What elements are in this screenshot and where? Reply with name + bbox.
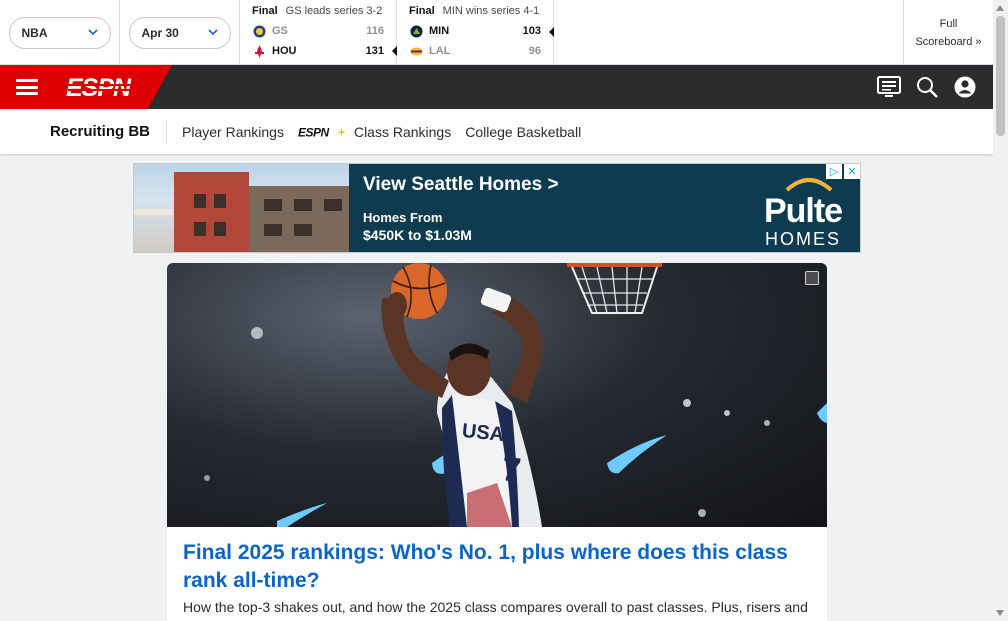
subnav-link-label: Class Rankings xyxy=(353,123,452,140)
page-scrollbar[interactable] xyxy=(993,0,1008,621)
chevron-down-icon xyxy=(207,28,218,38)
main-nav: ESPN xyxy=(0,65,993,109)
game-card-min-lal[interactable]: Final MIN wins series 4-1 MIN 103 LAL 96 xyxy=(397,0,554,65)
scroll-down-icon[interactable] xyxy=(996,610,1004,616)
ad-headline: View Seattle Homes > xyxy=(363,174,559,195)
svg-text:ESPN: ESPN xyxy=(66,75,132,99)
team-score: 131 xyxy=(365,45,384,57)
image-expand-icon[interactable] xyxy=(805,271,819,285)
espn-plus-icon: ESPN + xyxy=(298,126,348,138)
section-subnav: Recruiting BB Player Rankings ESPN + Clas… xyxy=(0,109,993,154)
svg-text:+: + xyxy=(338,126,345,138)
ad-banner[interactable]: View Seattle Homes > Homes From $450K to… xyxy=(133,163,861,253)
scoreboard-strip: NBA Apr 30 Final GS leads series 3-2 GS … xyxy=(0,0,993,65)
winner-arrow-icon xyxy=(549,27,554,37)
ad-building xyxy=(174,172,249,252)
league-select-value: NBA xyxy=(21,25,48,40)
team-row: GS 116 xyxy=(252,21,384,41)
team-row: LAL 96 xyxy=(409,41,541,61)
game-status: Final MIN wins series 4-1 xyxy=(409,5,541,17)
article-card[interactable]: USA 7 Final 2025 rankings: Who's No. 1, … xyxy=(167,263,827,621)
full-scoreboard-link[interactable]: Full Scoreboard » xyxy=(903,0,993,65)
subnav-link-college-basketball[interactable]: College Basketball xyxy=(465,124,581,140)
section-title[interactable]: Recruiting BB xyxy=(50,119,168,144)
menu-icon[interactable] xyxy=(16,79,38,95)
team-score: 116 xyxy=(366,25,384,37)
ad-brand-top: Pulte xyxy=(763,192,843,230)
subnav-link-player-rankings[interactable]: Player Rankings xyxy=(182,124,284,140)
team-abbr: HOU xyxy=(272,45,297,57)
article-title[interactable]: Final 2025 rankings: Who's No. 1, plus w… xyxy=(183,539,803,595)
ad-subline-1: Homes From xyxy=(363,210,443,225)
subnav-link-class-rankings[interactable]: ESPN + Class Rankings xyxy=(298,124,451,140)
team-abbr: MIN xyxy=(429,25,450,37)
profile-icon[interactable] xyxy=(953,75,977,99)
league-select-wrap: NBA xyxy=(0,0,120,65)
hero-illustration: USA 7 xyxy=(204,263,827,527)
espn-logo[interactable]: ESPN xyxy=(66,74,148,102)
adchoices-icon[interactable]: ▷ xyxy=(826,164,842,179)
jersey-number: 7 xyxy=(500,450,523,490)
full-scoreboard-line1: Full xyxy=(939,17,958,30)
team-abbr: LAL xyxy=(429,45,451,57)
warriors-logo-icon xyxy=(252,24,266,38)
search-icon[interactable] xyxy=(915,75,939,99)
article-hero-image[interactable]: USA 7 xyxy=(167,263,827,527)
ad-brand-bottom: HOMES xyxy=(764,229,841,249)
ad-photo xyxy=(134,164,349,252)
scoreboard-spacer xyxy=(554,0,903,64)
watch-icon[interactable] xyxy=(877,75,901,99)
ad-building xyxy=(249,186,349,252)
ad-subline-2: $450K to $1.03M xyxy=(363,227,472,243)
full-scoreboard-line2: Scoreboard » xyxy=(915,35,982,48)
chevron-down-icon xyxy=(87,28,98,38)
game-card-gs-hou[interactable]: Final GS leads series 3-2 GS 116 HOU 131 xyxy=(240,0,397,65)
rockets-logo-icon xyxy=(252,44,266,58)
series-note: GS leads series 3-2 xyxy=(285,5,383,17)
nav-icons xyxy=(877,75,977,99)
ad-choices: ▷ ✕ xyxy=(826,164,860,179)
svg-text:ESPN: ESPN xyxy=(298,126,330,138)
jersey-text: USA xyxy=(461,420,505,446)
series-note: MIN wins series 4-1 xyxy=(442,5,540,17)
team-score: 103 xyxy=(522,25,541,37)
date-select-value: Apr 30 xyxy=(141,25,179,40)
team-row: HOU 131 xyxy=(252,41,384,61)
close-icon[interactable]: ✕ xyxy=(844,164,860,179)
timberwolves-logo-icon xyxy=(409,24,423,38)
date-select-wrap: Apr 30 xyxy=(120,0,240,65)
article-dek: How the top-3 shakes out, and how the 20… xyxy=(183,599,808,615)
game-status: Final GS leads series 3-2 xyxy=(252,5,384,17)
scrollbar-thumb[interactable] xyxy=(996,16,1005,136)
date-select[interactable]: Apr 30 xyxy=(128,16,231,49)
lakers-logo-icon xyxy=(409,44,423,58)
game-status-final: Final xyxy=(409,5,435,17)
league-select[interactable]: NBA xyxy=(8,16,111,49)
scroll-up-icon[interactable] xyxy=(996,5,1004,11)
game-status-final: Final xyxy=(252,5,278,17)
team-row: MIN 103 xyxy=(409,21,541,41)
ad-pergola xyxy=(134,209,172,252)
pulte-homes-logo: Pulte HOMES xyxy=(758,174,848,248)
team-abbr: GS xyxy=(272,25,288,37)
team-score: 96 xyxy=(528,45,541,57)
